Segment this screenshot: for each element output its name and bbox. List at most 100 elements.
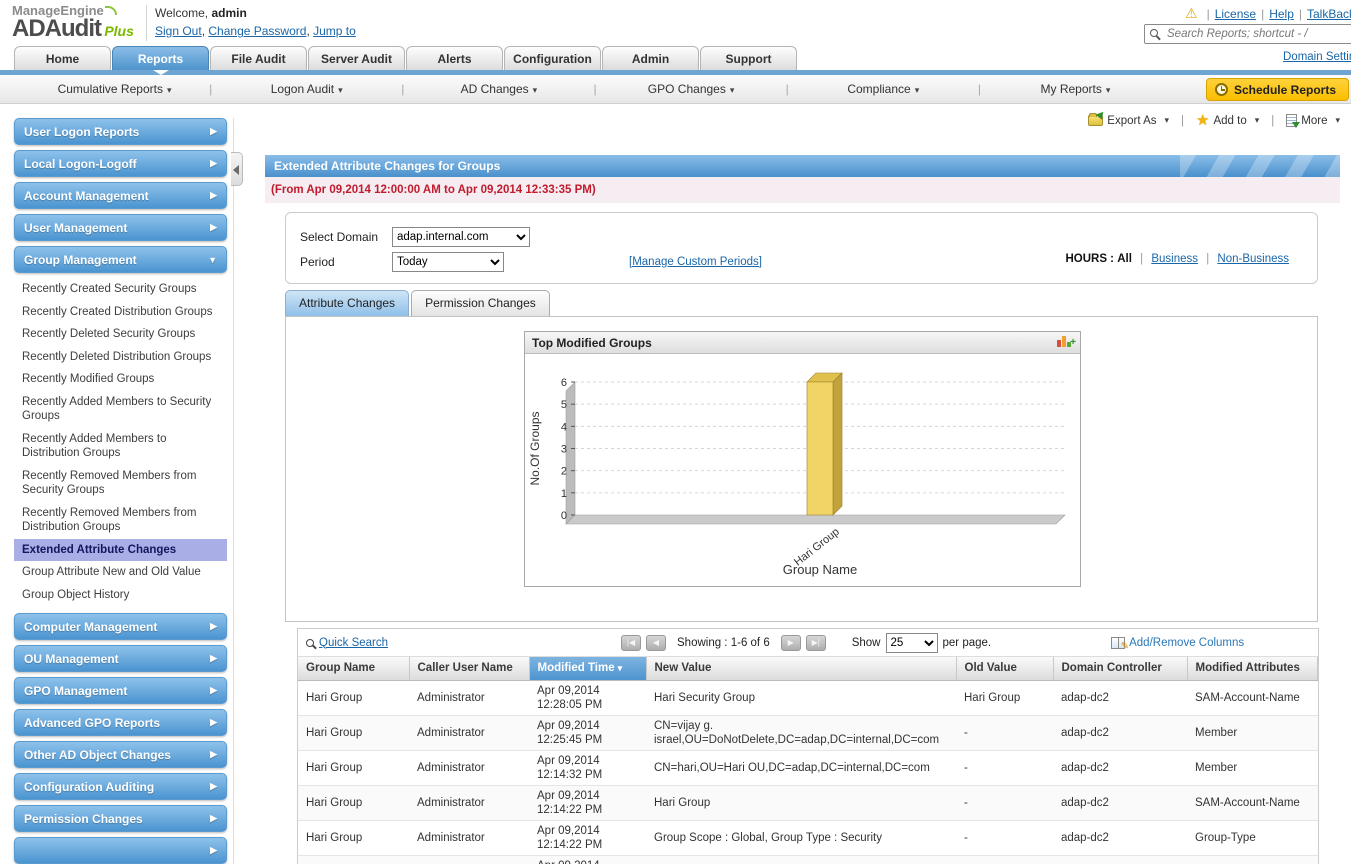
sidebar-item-recently-created-security-groups[interactable]: Recently Created Security Groups — [14, 278, 227, 301]
sidebar-item-recently-modified-groups[interactable]: Recently Modified Groups — [14, 368, 227, 391]
change-password-link[interactable]: Change Password — [208, 24, 306, 38]
sidebar-section-label: Account Management — [24, 189, 149, 203]
first-page-button[interactable]: |◀ — [621, 635, 641, 651]
svg-text:No.Of Groups: No.Of Groups — [528, 411, 542, 485]
chevron-down-icon: ▾ — [730, 85, 735, 95]
tab-configuration[interactable]: Configuration — [504, 46, 601, 70]
subnav-menu-logon-audit[interactable]: Logon Audit▾ — [212, 82, 401, 96]
hours-all[interactable]: All — [1117, 253, 1132, 265]
subnav-menu-my-reports[interactable]: My Reports▾ — [981, 82, 1170, 96]
sidebar-item-group-object-history[interactable]: Group Object History — [14, 584, 227, 607]
next-page-button[interactable]: ▶ — [781, 635, 801, 651]
subnav-menu-label: Logon Audit — [271, 82, 334, 96]
domain-select[interactable]: adap.internal.com — [392, 227, 530, 247]
tab-attribute-changes[interactable]: Attribute Changes — [285, 290, 409, 316]
help-link[interactable]: Help — [1269, 7, 1294, 21]
sidebar-section-gpo-management[interactable]: GPO Management▶ — [14, 677, 227, 704]
table-row[interactable]: Hari GroupAdministratorApr 09,201412:14:… — [298, 750, 1318, 785]
sidebar-item-recently-removed-members-from-security-groups[interactable]: Recently Removed Members from Security G… — [14, 465, 227, 502]
tab-alerts[interactable]: Alerts — [406, 46, 503, 70]
table-row[interactable]: Hari GroupAdministratorApr 09,201412:14:… — [298, 820, 1318, 855]
sidebar-section-configuration-auditing[interactable]: Configuration Auditing▶ — [14, 773, 227, 800]
sidebar-item-recently-created-distribution-groups[interactable]: Recently Created Distribution Groups — [14, 301, 227, 324]
sidebar-section-account-management[interactable]: Account Management▶ — [14, 182, 227, 209]
sidebar-section-label: Configuration Auditing — [24, 780, 154, 794]
column-header-domain-controller[interactable]: Domain Controller — [1053, 657, 1187, 680]
sidebar-collapse-handle[interactable] — [231, 152, 243, 186]
sidebar-item-recently-deleted-security-groups[interactable]: Recently Deleted Security Groups — [14, 323, 227, 346]
tab-reports[interactable]: Reports — [112, 46, 209, 70]
sidebar-item-recently-removed-members-from-distribution-groups[interactable]: Recently Removed Members from Distributi… — [14, 502, 227, 539]
sort-caret-icon: ▾ — [618, 663, 623, 673]
table-row[interactable]: Hari GroupAdministratorApr 09,201412:28:… — [298, 680, 1318, 715]
sidebar-section-other-ad-object-changes[interactable]: Other AD Object Changes▶ — [14, 741, 227, 768]
chart-type-icon[interactable] — [1057, 336, 1073, 350]
schedule-reports-button[interactable]: Schedule Reports — [1206, 78, 1349, 101]
add-remove-columns-button[interactable]: Add/Remove Columns — [1111, 637, 1244, 649]
table-row[interactable]: Hari GroupAdministratorApr 09,201412:14:… — [298, 855, 1318, 864]
sidebar-item-recently-added-members-to-distribution-groups[interactable]: Recently Added Members to Distribution G… — [14, 428, 227, 465]
subnav-menu-compliance[interactable]: Compliance▾ — [789, 82, 978, 96]
subnav-menu-label: GPO Changes — [648, 82, 726, 96]
sidebar-section-user-logon-reports[interactable]: User Logon Reports▶ — [14, 118, 227, 145]
manage-custom-periods-link[interactable]: [Manage Custom Periods] — [629, 256, 762, 268]
license-link[interactable]: License — [1215, 7, 1256, 21]
sidebar-item-group-attribute-new-and-old-value[interactable]: Group Attribute New and Old Value — [14, 561, 227, 584]
sidebar-section-advanced-gpo-reports[interactable]: Advanced GPO Reports▶ — [14, 709, 227, 736]
talkback-link[interactable]: TalkBack — [1307, 7, 1351, 21]
tab-file-audit[interactable]: File Audit — [210, 46, 307, 70]
column-header-group-name[interactable]: Group Name — [298, 657, 409, 680]
sidebar-section-permission-changes[interactable]: Permission Changes▶ — [14, 805, 227, 832]
column-header-modified-time[interactable]: Modified Time▾ — [529, 657, 646, 680]
add-to-button[interactable]: ★ Add to ▾ — [1196, 115, 1259, 127]
sidebar-item-recently-deleted-distribution-groups[interactable]: Recently Deleted Distribution Groups — [14, 346, 227, 369]
sidebar-section-computer-management[interactable]: Computer Management▶ — [14, 613, 227, 640]
column-header-caller-user-name[interactable]: Caller User Name — [409, 657, 529, 680]
sidebar-item-recently-added-members-to-security-groups[interactable]: Recently Added Members to Security Group… — [14, 391, 227, 428]
column-header-modified-attributes[interactable]: Modified Attributes — [1187, 657, 1318, 680]
cell-caller-user-name: Administrator — [409, 785, 529, 820]
cell-domain-controller: adap-dc2 — [1053, 750, 1187, 785]
hours-nonbusiness-link[interactable]: Non-Business — [1217, 253, 1289, 265]
tab-permission-changes[interactable]: Permission Changes — [411, 290, 550, 316]
sidebar-item-extended-attribute-changes[interactable]: Extended Attribute Changes — [14, 539, 227, 562]
export-as-button[interactable]: Export As ▾ — [1088, 115, 1169, 127]
report-search-box[interactable] — [1144, 24, 1351, 44]
warning-icon[interactable]: ⚠ — [1185, 5, 1198, 21]
chevron-right-icon: ▶ — [210, 126, 217, 137]
extended-attribute-changes-table: Group NameCaller User NameModified Time▾… — [298, 657, 1318, 864]
tab-support[interactable]: Support — [700, 46, 797, 70]
svg-text:Group Name: Group Name — [783, 562, 857, 577]
last-page-button[interactable]: ▶| — [806, 635, 826, 651]
sidebar-section-cutoff[interactable]: ▶ — [14, 837, 227, 864]
tab-home[interactable]: Home — [14, 46, 111, 70]
domain-settings-link[interactable]: Domain Settings — [1283, 51, 1351, 63]
sidebar-section-user-management[interactable]: User Management▶ — [14, 214, 227, 241]
tab-admin[interactable]: Admin — [602, 46, 699, 70]
sidebar-section-group-management[interactable]: Group Management▼ — [14, 246, 227, 273]
column-header-old-value[interactable]: Old Value — [956, 657, 1053, 680]
hours-business-link[interactable]: Business — [1151, 253, 1198, 265]
search-input[interactable] — [1165, 26, 1351, 42]
subnav-menu-ad-changes[interactable]: AD Changes▾ — [404, 82, 593, 96]
cell-new-value: Group Scope : Global, Group Type : Secur… — [646, 820, 956, 855]
subnav-menu-cumulative-reports[interactable]: Cumulative Reports▾ — [20, 82, 209, 96]
period-select[interactable]: Today — [392, 252, 504, 272]
table-row[interactable]: Hari GroupAdministratorApr 09,201412:25:… — [298, 715, 1318, 750]
table-row[interactable]: Hari GroupAdministratorApr 09,201412:14:… — [298, 785, 1318, 820]
jump-to-link[interactable]: Jump to — [313, 24, 356, 38]
hours-filter: HOURS : All | Business | Non-Business — [1065, 253, 1289, 265]
column-header-new-value[interactable]: New Value — [646, 657, 956, 680]
page-size-select[interactable]: 25 — [886, 633, 938, 653]
prev-page-button[interactable]: ◀ — [646, 635, 666, 651]
chevron-right-icon: ▶ — [210, 685, 217, 696]
tab-server-audit[interactable]: Server Audit — [308, 46, 405, 70]
sidebar-section-local-logon-logoff[interactable]: Local Logon-Logoff▶ — [14, 150, 227, 177]
show-label: Show — [852, 637, 881, 649]
more-button[interactable]: More ▾ — [1286, 114, 1340, 127]
sidebar-section-ou-management[interactable]: OU Management▶ — [14, 645, 227, 672]
sign-out-link[interactable]: Sign Out — [155, 24, 202, 38]
quick-search-button[interactable]: Quick Search — [306, 637, 571, 649]
subnav-menu-gpo-changes[interactable]: GPO Changes ▾ — [597, 82, 786, 96]
username: admin — [211, 6, 246, 20]
